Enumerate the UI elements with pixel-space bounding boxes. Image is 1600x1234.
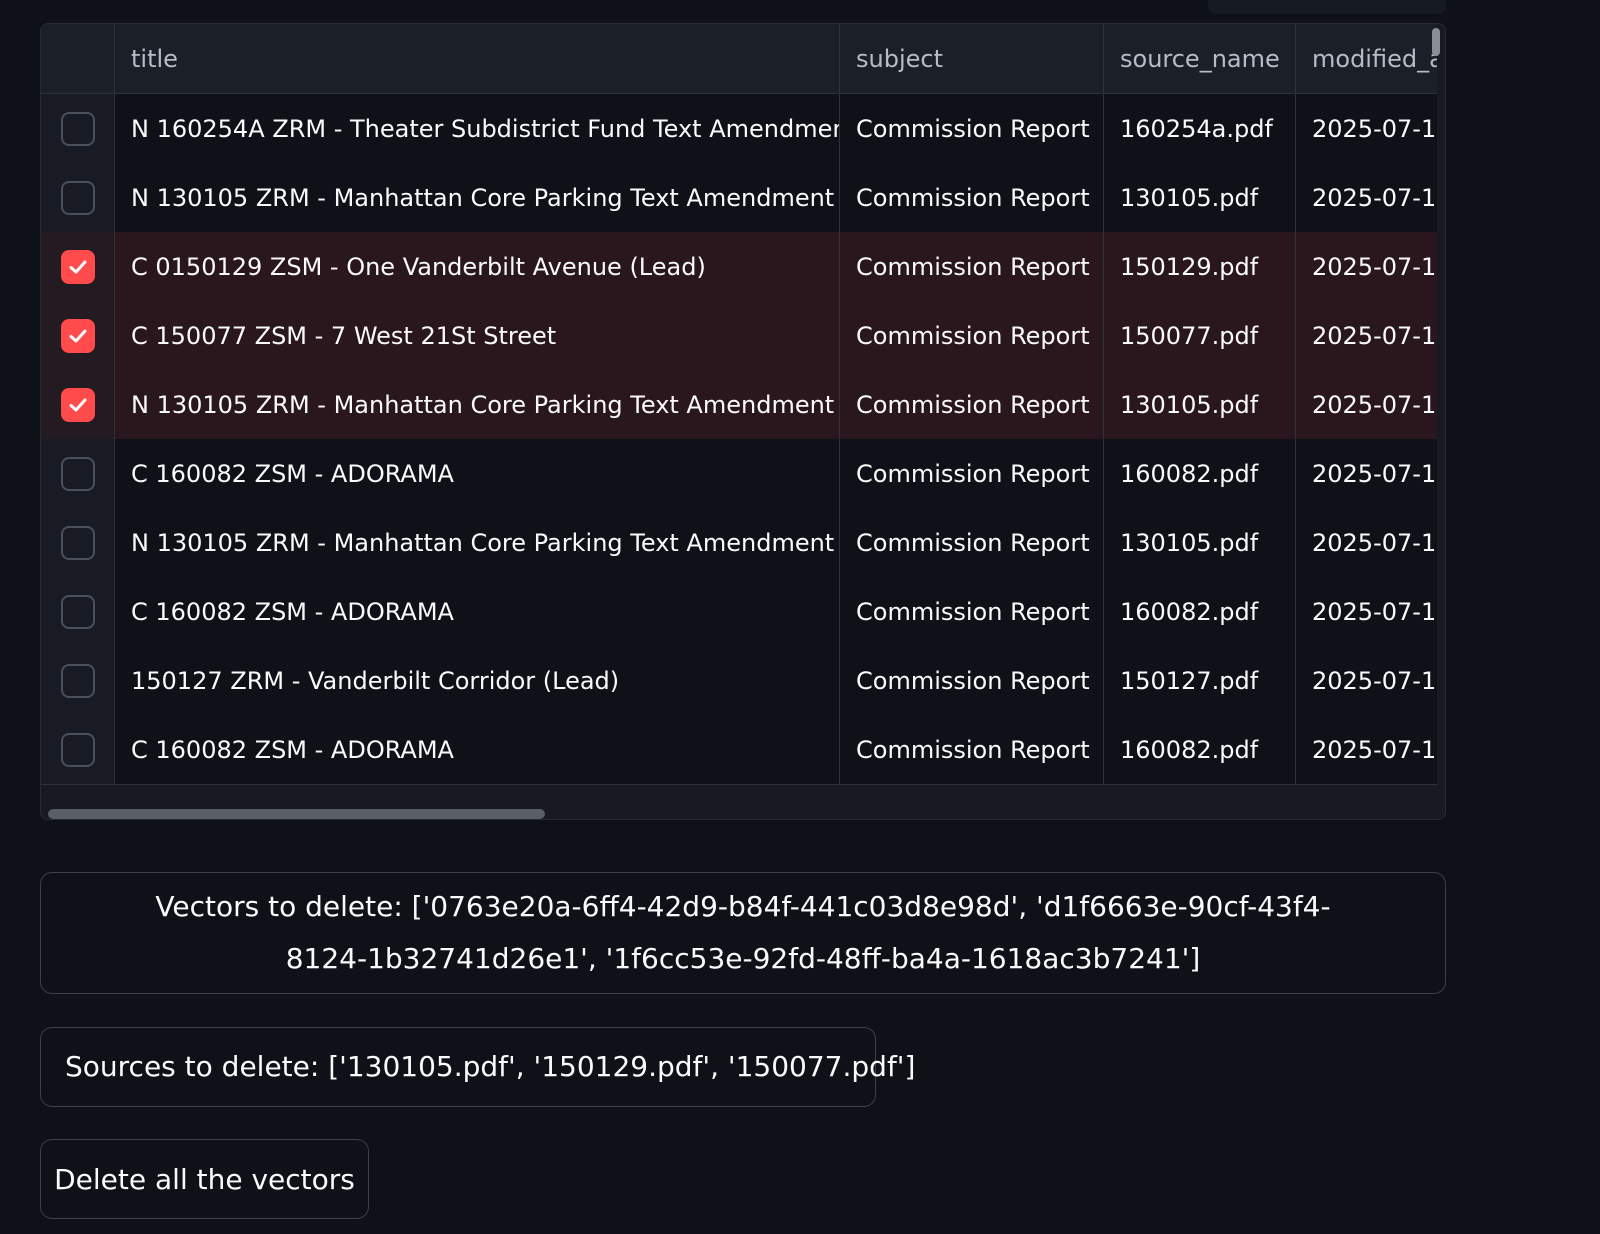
cell-title[interactable]: C 160082 ZSM - ADORAMA: [115, 439, 840, 508]
cell-title[interactable]: N 130105 ZRM - Manhattan Core Parking Te…: [115, 370, 840, 439]
row-select-cell: [41, 370, 115, 439]
cell-subject[interactable]: Commission Report: [840, 646, 1104, 715]
cell-modified-at[interactable]: 2025-07-17: [1296, 163, 1437, 232]
checkmark-icon: [69, 329, 86, 342]
row-checkbox[interactable]: [60, 387, 95, 422]
cell-source-name[interactable]: 160082.pdf: [1104, 577, 1296, 646]
cell-source-name[interactable]: 150127.pdf: [1104, 646, 1296, 715]
cell-modified-at[interactable]: 2025-07-17: [1296, 577, 1437, 646]
cell-title[interactable]: 150127 ZRM - Vanderbilt Corridor (Lead): [115, 646, 840, 715]
table-row[interactable]: C 160082 ZSM - ADORAMA Commission Report 1…: [41, 577, 1437, 647]
cell-subject[interactable]: Commission Report: [840, 508, 1104, 577]
column-header-subject[interactable]: subject: [840, 24, 1104, 93]
cell-source-name[interactable]: 130105.pdf: [1104, 163, 1296, 232]
row-select-cell: [41, 646, 115, 715]
cell-subject[interactable]: Commission Report: [840, 301, 1104, 370]
vertical-scrollbar[interactable]: [1432, 28, 1440, 56]
data-editor-table: title subject source_name modified_at N …: [40, 23, 1446, 820]
row-checkbox[interactable]: [60, 180, 95, 215]
cell-source-name[interactable]: 160254a.pdf: [1104, 94, 1296, 163]
cell-title[interactable]: C 150077 ZSM - 7 West 21St Street: [115, 301, 840, 370]
table-row[interactable]: C 160082 ZSM - ADORAMA Commission Report 1…: [41, 439, 1437, 509]
cell-modified-at[interactable]: 2025-07-17: [1296, 508, 1437, 577]
cell-subject[interactable]: Commission Report: [840, 163, 1104, 232]
horizontal-scrollbar[interactable]: [48, 809, 545, 819]
cell-subject[interactable]: Commission Report: [840, 370, 1104, 439]
cell-title[interactable]: N 130105 ZRM - Manhattan Core Parking Te…: [115, 508, 840, 577]
row-select-cell: [41, 439, 115, 508]
cell-source-name[interactable]: 160082.pdf: [1104, 439, 1296, 508]
cell-source-name[interactable]: 130105.pdf: [1104, 370, 1296, 439]
row-select-cell: [41, 94, 115, 163]
cell-source-name[interactable]: 150129.pdf: [1104, 232, 1296, 301]
checkmark-icon: [69, 260, 86, 273]
column-header-source-name[interactable]: source_name: [1104, 24, 1296, 93]
row-select-cell: [41, 232, 115, 301]
checkmark-icon: [69, 398, 86, 411]
row-select-cell: [41, 577, 115, 646]
sources-to-delete-box: Sources to delete: ['130105.pdf', '15012…: [40, 1027, 915, 1107]
row-checkbox[interactable]: [60, 111, 95, 146]
cell-title[interactable]: C 0150129 ZSM - One Vanderbilt Avenue (L…: [115, 232, 840, 301]
table-row[interactable]: C 0150129 ZSM - One Vanderbilt Avenue (L…: [41, 232, 1437, 302]
table-row[interactable]: N 130105 ZRM - Manhattan Core Parking Te…: [41, 508, 1437, 578]
table-viewport: title subject source_name modified_at N …: [41, 24, 1437, 812]
cell-source-name[interactable]: 160082.pdf: [1104, 715, 1296, 784]
table-row[interactable]: N 160254A ZRM - Theater Subdistrict Fund…: [41, 94, 1437, 164]
cell-modified-at[interactable]: 2025-07-17: [1296, 439, 1437, 508]
cell-modified-at[interactable]: 2025-07-17: [1296, 715, 1437, 784]
cell-source-name[interactable]: 150077.pdf: [1104, 301, 1296, 370]
row-select-cell: [41, 301, 115, 370]
table-row[interactable]: C 150077 ZSM - 7 West 21St Street Commiss…: [41, 301, 1437, 371]
sources-to-delete-text: Sources to delete: ['130105.pdf', '15012…: [65, 1050, 916, 1083]
cell-modified-at[interactable]: 2025-07-17: [1296, 94, 1437, 163]
header-select-all-cell: [41, 24, 115, 93]
vectors-to-delete-box: Vectors to delete: ['0763e20a-6ff4-42d9-…: [40, 872, 1446, 994]
column-header-modified-at[interactable]: modified_at: [1296, 24, 1437, 93]
row-checkbox[interactable]: [60, 318, 95, 353]
row-checkbox[interactable]: [60, 594, 95, 629]
top-toolbar-pill: [1208, 0, 1446, 14]
row-select-cell: [41, 715, 115, 784]
cell-subject[interactable]: Commission Report: [840, 577, 1104, 646]
cell-source-name[interactable]: 130105.pdf: [1104, 508, 1296, 577]
table-row[interactable]: C 160082 ZSM - ADORAMA Commission Report 1…: [41, 715, 1437, 785]
table-row[interactable]: N 130105 ZRM - Manhattan Core Parking Te…: [41, 370, 1437, 440]
cell-title[interactable]: C 160082 ZSM - ADORAMA: [115, 577, 840, 646]
cell-title[interactable]: C 160082 ZSM - ADORAMA: [115, 715, 840, 784]
cell-modified-at[interactable]: 2025-07-17: [1296, 370, 1437, 439]
cell-subject[interactable]: Commission Report: [840, 439, 1104, 508]
table-header-row: title subject source_name modified_at: [41, 24, 1437, 94]
row-checkbox[interactable]: [60, 525, 95, 560]
cell-modified-at[interactable]: 2025-07-17: [1296, 646, 1437, 715]
row-select-cell: [41, 508, 115, 577]
cell-modified-at[interactable]: 2025-07-17: [1296, 301, 1437, 370]
cell-title[interactable]: N 160254A ZRM - Theater Subdistrict Fund…: [115, 94, 840, 163]
cell-title[interactable]: N 130105 ZRM - Manhattan Core Parking Te…: [115, 163, 840, 232]
cell-subject[interactable]: Commission Report: [840, 715, 1104, 784]
row-checkbox[interactable]: [60, 732, 95, 767]
row-checkbox[interactable]: [60, 249, 95, 284]
column-header-title[interactable]: title: [115, 24, 840, 93]
vectors-to-delete-text: Vectors to delete: ['0763e20a-6ff4-42d9-…: [155, 890, 1331, 975]
table-row[interactable]: N 130105 ZRM - Manhattan Core Parking Te…: [41, 163, 1437, 233]
row-select-cell: [41, 163, 115, 232]
delete-all-vectors-button[interactable]: Delete all the vectors: [40, 1139, 369, 1219]
cell-subject[interactable]: Commission Report: [840, 232, 1104, 301]
cell-modified-at[interactable]: 2025-07-17: [1296, 232, 1437, 301]
row-checkbox[interactable]: [60, 456, 95, 491]
cell-subject[interactable]: Commission Report: [840, 94, 1104, 163]
table-row[interactable]: 150127 ZRM - Vanderbilt Corridor (Lead) C…: [41, 646, 1437, 716]
row-checkbox[interactable]: [60, 663, 95, 698]
